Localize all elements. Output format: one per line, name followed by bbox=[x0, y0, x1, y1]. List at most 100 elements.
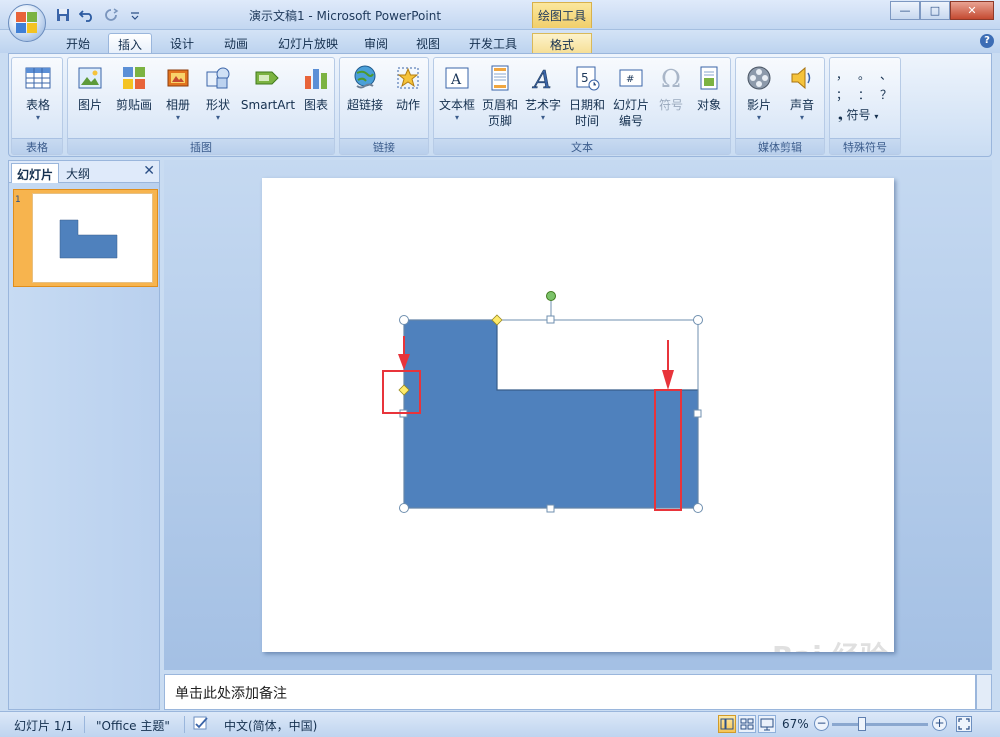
textbox-button[interactable]: A 文本框 ▾ bbox=[436, 64, 478, 123]
slideshow-view-button[interactable] bbox=[758, 715, 776, 733]
slide-thumbnail-canvas bbox=[32, 193, 153, 283]
table-button[interactable]: 表格 ▾ bbox=[18, 64, 58, 123]
zoom-out-button[interactable]: − bbox=[814, 716, 829, 731]
slide-editing-area: Bai 经验 bbox=[164, 160, 992, 673]
tab-animations[interactable]: 动画 bbox=[216, 33, 256, 53]
symbol-button[interactable]: Ω 符号 bbox=[654, 64, 688, 113]
shapes-button[interactable]: 形状 ▾ bbox=[200, 64, 236, 123]
group-text: A 文本框 ▾ 页眉和 页脚 A 艺术字 ▾ 5 日期和 时间 # 幻灯片 编号… bbox=[433, 57, 731, 155]
slide-number-button[interactable]: # 幻灯片 编号 bbox=[610, 64, 652, 129]
header-footer-button[interactable]: 页眉和 页脚 bbox=[480, 64, 520, 129]
slide-canvas[interactable]: Bai 经验 bbox=[262, 178, 894, 673]
theme-name[interactable]: "Office 主题" bbox=[96, 717, 170, 734]
handle-bottom-right[interactable] bbox=[693, 503, 703, 513]
title-bar: 演示文稿1 - Microsoft PowerPoint 绘图工具 — □ ✕ bbox=[0, 0, 1000, 30]
symbol-question[interactable]: ？ bbox=[880, 86, 892, 103]
calendar-clock-icon: 5 bbox=[576, 66, 600, 91]
slide-sorter-icon bbox=[740, 718, 754, 730]
album-button[interactable]: 相册 ▾ bbox=[160, 64, 196, 123]
action-button[interactable]: 动作 bbox=[390, 64, 426, 113]
pane-tab-outline[interactable]: 大纲 bbox=[61, 163, 95, 183]
normal-view-button[interactable] bbox=[718, 715, 736, 733]
clipart-button[interactable]: 剪贴画 bbox=[112, 64, 156, 113]
svg-text:#: # bbox=[626, 74, 634, 85]
group-links: 超链接 动作 链接 bbox=[339, 57, 429, 155]
group-label-special-symbols: 特殊符号 bbox=[830, 138, 900, 154]
tab-design[interactable]: 设计 bbox=[162, 33, 202, 53]
group-illustrations: 图片 剪贴画 相册 ▾ 形状 ▾ SmartArt 图表 插图 bbox=[67, 57, 335, 155]
drawing-tools-context-label: 绘图工具 bbox=[532, 2, 592, 28]
object-button[interactable]: 对象 bbox=[690, 64, 728, 113]
handle-top-right[interactable] bbox=[693, 315, 703, 325]
clipart-icon bbox=[123, 67, 145, 89]
hyperlink-button[interactable]: 超链接 bbox=[342, 64, 388, 113]
slide-thumbnail[interactable] bbox=[13, 189, 158, 287]
smartart-icon bbox=[255, 71, 279, 85]
spellcheck-icon[interactable] bbox=[192, 715, 210, 736]
close-icon[interactable]: ✕ bbox=[143, 163, 155, 179]
tab-developer[interactable]: 开发工具 bbox=[460, 33, 526, 53]
sound-button[interactable]: 声音 ▾ bbox=[782, 64, 822, 123]
symbol-comma[interactable]: ， bbox=[836, 66, 848, 83]
svg-text:A: A bbox=[532, 66, 551, 92]
slide-sorter-button[interactable] bbox=[738, 715, 756, 733]
shapes-icon bbox=[206, 67, 230, 89]
notes-scrollbar[interactable] bbox=[976, 674, 992, 710]
slide-number-icon: # bbox=[619, 69, 643, 87]
zoom-level[interactable]: 67% bbox=[782, 717, 809, 731]
group-table: 表格 ▾ 表格 bbox=[11, 57, 63, 155]
close-button[interactable]: ✕ bbox=[950, 1, 994, 20]
tab-view[interactable]: 视图 bbox=[408, 33, 448, 53]
tab-insert[interactable]: 插入 bbox=[108, 33, 152, 53]
rotation-handle[interactable] bbox=[546, 291, 556, 301]
handle-right[interactable] bbox=[693, 409, 702, 418]
watermark-text: Bai 经验 bbox=[772, 640, 888, 652]
globe-link-icon bbox=[354, 65, 376, 89]
tab-home[interactable]: 开始 bbox=[58, 33, 98, 53]
group-label-media: 媒体剪辑 bbox=[736, 138, 824, 154]
chart-button[interactable]: 图表 bbox=[300, 64, 332, 113]
tab-format[interactable]: 格式 bbox=[532, 33, 592, 53]
movie-button[interactable]: 影片 ▾ bbox=[740, 64, 778, 123]
help-icon[interactable]: ? bbox=[980, 34, 994, 48]
handle-bottom-left[interactable] bbox=[399, 503, 409, 513]
handle-top-left[interactable] bbox=[399, 315, 409, 325]
datetime-button[interactable]: 5 日期和 时间 bbox=[566, 64, 608, 129]
special-symbol-button[interactable]: ❟ 符号 ▾ bbox=[838, 106, 878, 123]
status-bar: 幻灯片 1/1 "Office 主题" 中文(简体，中国) 67% − + bbox=[0, 711, 1000, 737]
zoom-slider-track[interactable] bbox=[832, 723, 928, 726]
minimize-button[interactable]: — bbox=[890, 1, 920, 20]
object-icon bbox=[700, 66, 718, 90]
maximize-button[interactable]: □ bbox=[920, 1, 950, 20]
header-footer-icon bbox=[491, 65, 509, 91]
symbol-semicolon[interactable]: ； bbox=[836, 86, 848, 103]
fit-to-window-button[interactable] bbox=[956, 716, 972, 732]
svg-text:Ω: Ω bbox=[661, 65, 681, 92]
notes-pane[interactable]: 单击此处添加备注 bbox=[164, 674, 976, 710]
office-button[interactable] bbox=[8, 4, 46, 42]
slide-indicator: 幻灯片 1/1 bbox=[14, 719, 74, 733]
tab-slideshow[interactable]: 幻灯片放映 bbox=[270, 33, 346, 53]
speaker-icon bbox=[791, 66, 811, 90]
picture-icon bbox=[78, 67, 102, 89]
normal-view-icon bbox=[720, 718, 734, 730]
symbol-pause[interactable]: 、 bbox=[880, 66, 892, 83]
pane-tab-slides[interactable]: 幻灯片 bbox=[11, 163, 60, 183]
l-shape[interactable] bbox=[403, 319, 699, 509]
thumbnail-shape bbox=[59, 219, 118, 259]
handle-bottom[interactable] bbox=[546, 504, 555, 513]
zoom-in-button[interactable]: + bbox=[932, 716, 947, 731]
symbol-period[interactable]: 。 bbox=[858, 66, 870, 83]
wordart-button[interactable]: A 艺术字 ▾ bbox=[522, 64, 564, 123]
zoom-slider-thumb[interactable] bbox=[858, 717, 866, 731]
svg-text:5: 5 bbox=[581, 71, 589, 85]
tab-review[interactable]: 审阅 bbox=[356, 33, 396, 53]
language-indicator[interactable]: 中文(简体，中国) bbox=[224, 717, 317, 734]
symbol-colon[interactable]: ： bbox=[858, 86, 870, 103]
office-logo-icon bbox=[16, 12, 38, 34]
picture-button[interactable]: 图片 bbox=[72, 64, 108, 113]
wordart-icon: A bbox=[532, 66, 552, 92]
smartart-button[interactable]: SmartArt bbox=[240, 64, 296, 113]
action-star-icon bbox=[397, 67, 419, 89]
handle-top[interactable] bbox=[546, 315, 555, 324]
